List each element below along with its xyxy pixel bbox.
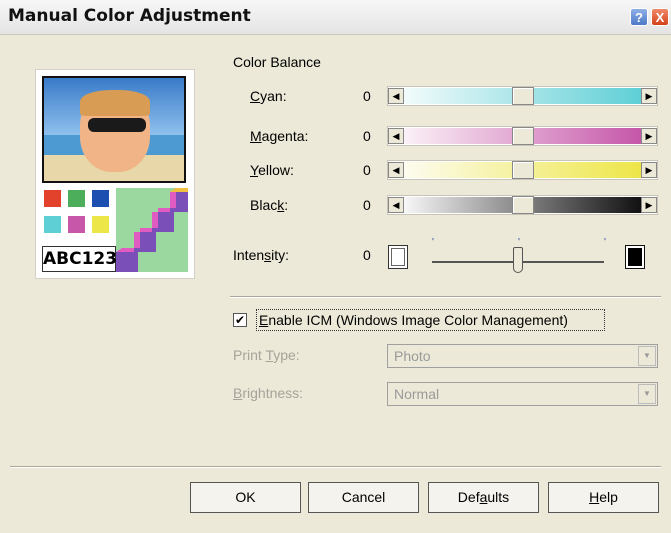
- cyan-swatch: [44, 216, 61, 233]
- checkmark-icon: ✔: [234, 313, 246, 327]
- left-arrow-icon[interactable]: ◀: [388, 162, 404, 178]
- cyan-value: 0: [363, 88, 371, 104]
- stairs-graphic: [116, 188, 188, 272]
- intensity-tick-min: ': [432, 237, 434, 248]
- slider-thumb[interactable]: [511, 127, 534, 145]
- magenta-slider[interactable]: ◀ ▶: [387, 126, 658, 146]
- left-arrow-icon[interactable]: ◀: [388, 197, 404, 213]
- yellow-label: Yellow:: [250, 162, 294, 178]
- green-swatch: [68, 190, 85, 207]
- title-bar: Manual Color Adjustment ? X: [0, 0, 671, 35]
- chevron-down-icon[interactable]: ▼: [638, 346, 656, 366]
- help-button[interactable]: Help: [548, 482, 659, 513]
- print-type-select[interactable]: Photo ▼: [387, 344, 658, 368]
- dialog-title: Manual Color Adjustment: [8, 6, 251, 26]
- magenta-swatch: [68, 216, 85, 233]
- sample-photo: [42, 76, 186, 183]
- print-type-value: Photo: [394, 348, 431, 364]
- left-arrow-icon[interactable]: ◀: [388, 128, 404, 144]
- black-label: Black:: [250, 197, 289, 213]
- intensity-value: 0: [363, 247, 371, 263]
- cyan-slider[interactable]: ◀ ▶: [387, 86, 658, 106]
- intensity-slider-thumb[interactable]: [513, 247, 523, 273]
- left-arrow-icon[interactable]: ◀: [388, 88, 404, 104]
- sample-text: ABC123: [42, 246, 117, 272]
- yellow-swatch: [92, 216, 109, 233]
- right-arrow-icon[interactable]: ▶: [641, 197, 657, 213]
- manual-color-adjustment-dialog: Manual Color Adjustment ? X ABC123 Color…: [0, 0, 671, 533]
- defaults-button[interactable]: Defaults: [428, 482, 539, 513]
- slider-thumb[interactable]: [511, 87, 534, 105]
- slider-thumb[interactable]: [511, 161, 534, 179]
- brightness-select[interactable]: Normal ▼: [387, 382, 658, 406]
- right-arrow-icon[interactable]: ▶: [641, 162, 657, 178]
- brightness-label: Brightness:: [233, 385, 304, 401]
- cancel-button[interactable]: Cancel: [308, 482, 419, 513]
- dark-page-icon: [625, 245, 645, 269]
- help-title-button[interactable]: ?: [630, 8, 648, 26]
- magenta-value: 0: [363, 128, 371, 144]
- brightness-value: Normal: [394, 386, 440, 402]
- enable-icm-label[interactable]: Enable ICM (Windows Image Color Manageme…: [259, 312, 568, 328]
- print-type-label: Print Type:: [233, 347, 300, 363]
- slider-thumb[interactable]: [511, 196, 534, 214]
- question-icon: ?: [635, 10, 643, 25]
- close-title-button[interactable]: X: [651, 8, 669, 26]
- button-separator: [10, 466, 661, 468]
- ok-button[interactable]: OK: [190, 482, 301, 513]
- magenta-label: Magenta:: [250, 128, 309, 144]
- separator: [230, 296, 661, 298]
- chevron-down-icon[interactable]: ▼: [638, 384, 656, 404]
- cyan-label: Cyan:: [250, 88, 287, 104]
- light-page-icon: [388, 245, 408, 269]
- right-arrow-icon[interactable]: ▶: [641, 88, 657, 104]
- yellow-value: 0: [363, 162, 371, 178]
- right-arrow-icon[interactable]: ▶: [641, 128, 657, 144]
- red-swatch: [44, 190, 61, 207]
- enable-icm-checkbox[interactable]: ✔: [233, 313, 247, 327]
- close-icon: X: [655, 10, 665, 25]
- black-value: 0: [363, 197, 371, 213]
- intensity-label: Intensity:: [233, 247, 290, 263]
- color-preview-panel: ABC123: [35, 69, 195, 279]
- blue-swatch: [92, 190, 109, 207]
- yellow-slider[interactable]: ◀ ▶: [387, 160, 658, 180]
- intensity-tick-max: ': [604, 237, 606, 248]
- color-balance-heading: Color Balance: [233, 54, 321, 70]
- black-slider[interactable]: ◀ ▶: [387, 195, 658, 215]
